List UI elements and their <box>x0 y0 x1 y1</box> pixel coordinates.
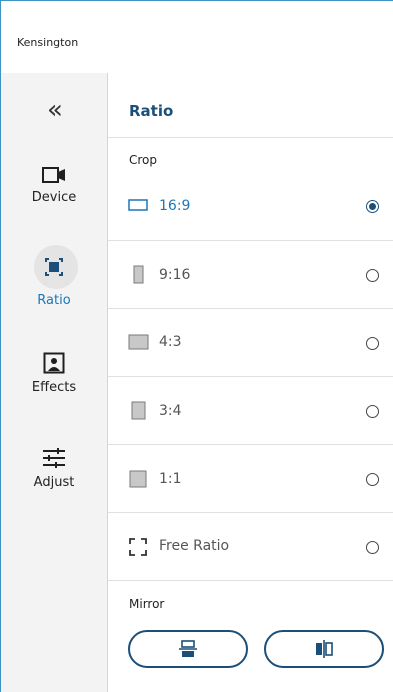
title-bar: Kensington <box>1 1 393 73</box>
radio-button[interactable] <box>366 405 379 418</box>
flip-vertical-icon <box>179 640 197 657</box>
portrait-icon <box>43 352 65 374</box>
option-label: 16:9 <box>159 198 191 214</box>
mirror-vertical-button[interactable] <box>128 630 248 668</box>
mirror-horizontal-button[interactable] <box>264 630 384 668</box>
ratio-option-free[interactable]: Free Ratio <box>108 513 393 581</box>
crop-section-label: Crop <box>129 153 158 167</box>
option-label: 9:16 <box>159 267 191 283</box>
radio-button[interactable] <box>366 200 379 213</box>
divider <box>108 137 393 138</box>
option-label: 3:4 <box>159 403 182 419</box>
free-ratio-icon <box>129 538 147 556</box>
mirror-section-label: Mirror <box>129 597 165 611</box>
sliders-icon <box>43 448 65 468</box>
sidebar: « Device Ratio Effects Adjust <box>1 73 107 692</box>
radio-button[interactable] <box>366 473 379 486</box>
sidebar-item-label: Effects <box>31 380 77 395</box>
option-label: 4:3 <box>159 334 182 350</box>
ratio-panel: Ratio Crop 16:9 9:16 4:3 3:4 1:1 Free Ra… <box>108 73 393 692</box>
collapse-sidebar-button[interactable]: « <box>47 97 63 123</box>
sidebar-item-effects[interactable]: Effects <box>1 352 107 395</box>
ratio-icon <box>45 258 63 276</box>
sidebar-item-label: Ratio <box>37 293 71 308</box>
radio-button[interactable] <box>366 541 379 554</box>
ratio-1-1-icon <box>129 470 147 488</box>
ratio-3-4-icon <box>131 401 146 420</box>
sidebar-item-label: Adjust <box>33 475 75 490</box>
option-label: 1:1 <box>159 471 182 487</box>
sidebar-item-device[interactable]: Device <box>1 166 107 205</box>
ratio-4-3-icon <box>128 334 149 350</box>
ratio-16-9-icon <box>128 199 148 211</box>
panel-title: Ratio <box>129 102 174 120</box>
sidebar-item-ratio[interactable]: Ratio <box>1 245 107 308</box>
radio-button[interactable] <box>366 337 379 350</box>
sidebar-item-adjust[interactable]: Adjust <box>1 447 107 490</box>
camera-icon <box>42 167 65 183</box>
radio-button[interactable] <box>366 269 379 282</box>
sidebar-item-label: Device <box>31 190 77 205</box>
app-title: Kensington <box>17 36 79 49</box>
ratio-option-16-9[interactable]: 16:9 <box>108 173 393 241</box>
divider <box>108 580 393 581</box>
ratio-option-9-16[interactable]: 9:16 <box>108 241 393 309</box>
ratio-option-3-4[interactable]: 3:4 <box>108 377 393 445</box>
ratio-option-1-1[interactable]: 1:1 <box>108 445 393 513</box>
flip-horizontal-icon <box>316 640 333 658</box>
ratio-option-4-3[interactable]: 4:3 <box>108 309 393 377</box>
ratio-9-16-icon <box>133 265 144 284</box>
option-label: Free Ratio <box>159 538 230 554</box>
